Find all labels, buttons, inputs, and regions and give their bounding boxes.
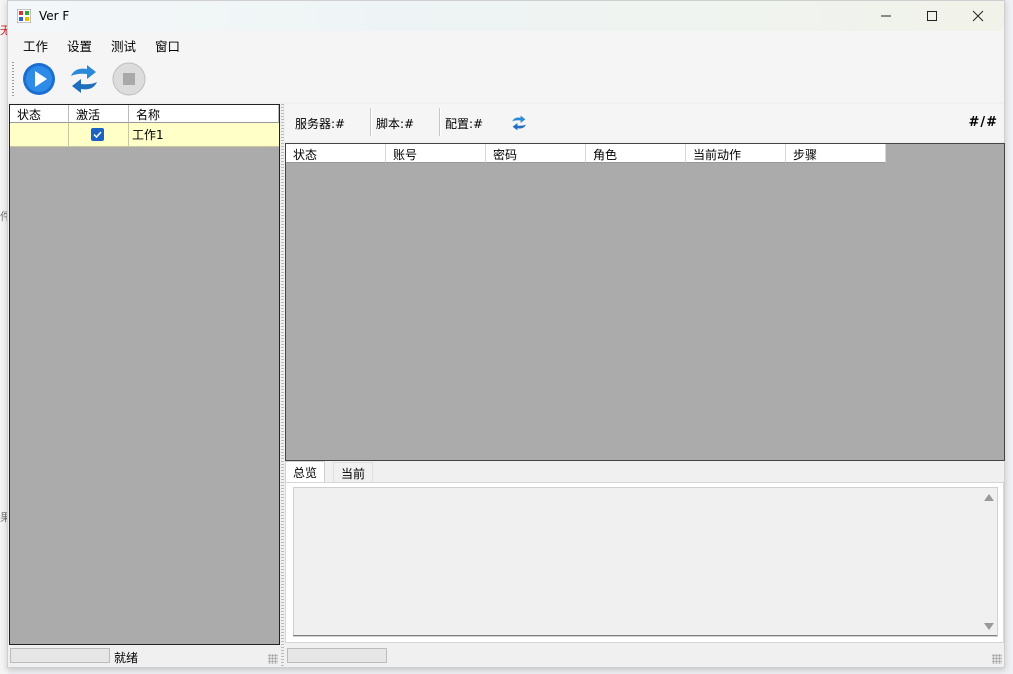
column-header-step[interactable]: 步骤 (786, 144, 886, 163)
status-text: 就绪 (114, 651, 139, 665)
maximize-icon (927, 11, 937, 21)
vertical-scrollbar[interactable] (980, 488, 997, 636)
app-icon (17, 9, 31, 23)
tab-current[interactable]: 当前 (333, 462, 374, 483)
script-label: 脚本:# (376, 117, 415, 131)
left-progress-bar (10, 648, 110, 663)
refresh-button[interactable] (66, 61, 102, 97)
left-status-bar: 就绪 (9, 646, 280, 667)
column-header-active[interactable]: 激活 (69, 105, 129, 123)
column-header-status[interactable]: 状态 (286, 144, 386, 163)
size-grip[interactable] (992, 654, 1002, 664)
toolbar-grip[interactable] (12, 62, 14, 96)
app-window: Ver F 工作 设置 测试 窗口 状态 激活 名称 工作1 就绪 服务器:# … (7, 0, 1005, 668)
minimize-icon (881, 15, 891, 17)
splitter[interactable] (281, 104, 284, 667)
separator (439, 108, 441, 136)
menu-test[interactable]: 测试 (111, 36, 136, 55)
ratio-counter: #/# (968, 115, 998, 130)
refresh-icon (512, 115, 526, 131)
table-row[interactable]: 工作1 (10, 123, 279, 147)
active-cell[interactable] (69, 123, 129, 146)
close-icon (972, 10, 984, 22)
right-progress-bar (287, 648, 387, 663)
menu-window[interactable]: 窗口 (155, 36, 180, 55)
account-grid[interactable]: 状态 账号 密码 角色 当前动作 步骤 (285, 143, 1005, 461)
menu-settings[interactable]: 设置 (67, 36, 92, 55)
tab-overview[interactable]: 总览 (285, 461, 326, 483)
overview-log-textarea[interactable] (293, 487, 998, 637)
title-bar: Ver F (8, 1, 1004, 31)
name-cell[interactable]: 工作1 (129, 123, 279, 146)
column-header-name[interactable]: 名称 (129, 105, 279, 123)
status-cell[interactable] (10, 123, 69, 146)
checkmark-icon (93, 131, 102, 139)
close-button[interactable] (955, 1, 1001, 31)
column-header-current-action[interactable]: 当前动作 (686, 144, 786, 163)
minimize-button[interactable] (863, 1, 909, 31)
column-header-password[interactable]: 密码 (486, 144, 586, 163)
refresh-icon (71, 65, 97, 93)
column-header-account[interactable]: 账号 (386, 144, 486, 163)
menu-work[interactable]: 工作 (23, 36, 48, 55)
scroll-up-icon[interactable] (984, 494, 994, 501)
menu-bar: 工作 设置 测试 窗口 (8, 31, 1004, 56)
column-header-role[interactable]: 角色 (586, 144, 686, 163)
config-refresh-button[interactable] (508, 113, 530, 133)
right-status-bar (285, 646, 1004, 667)
window-title: Ver F (39, 9, 70, 23)
scroll-down-icon[interactable] (984, 623, 994, 630)
divider (293, 635, 997, 636)
overview-tab-page (285, 482, 1004, 643)
server-label: 服务器:# (295, 117, 346, 131)
stop-button[interactable] (111, 61, 147, 97)
task-grid[interactable]: 状态 激活 名称 工作1 (9, 104, 280, 645)
info-bar: 服务器:# 脚本:# 配置:# #/# (285, 104, 1004, 141)
config-label: 配置:# (445, 117, 484, 131)
start-button[interactable] (21, 61, 57, 97)
size-grip[interactable] (268, 654, 278, 664)
column-header-status[interactable]: 状态 (10, 105, 69, 123)
play-icon (23, 63, 55, 95)
maximize-button[interactable] (909, 1, 955, 31)
active-checkbox[interactable] (91, 128, 104, 141)
toolbar (8, 56, 1004, 102)
separator (370, 108, 372, 136)
tab-strip: 总览 当前 (285, 461, 1004, 484)
stop-icon (112, 62, 146, 96)
